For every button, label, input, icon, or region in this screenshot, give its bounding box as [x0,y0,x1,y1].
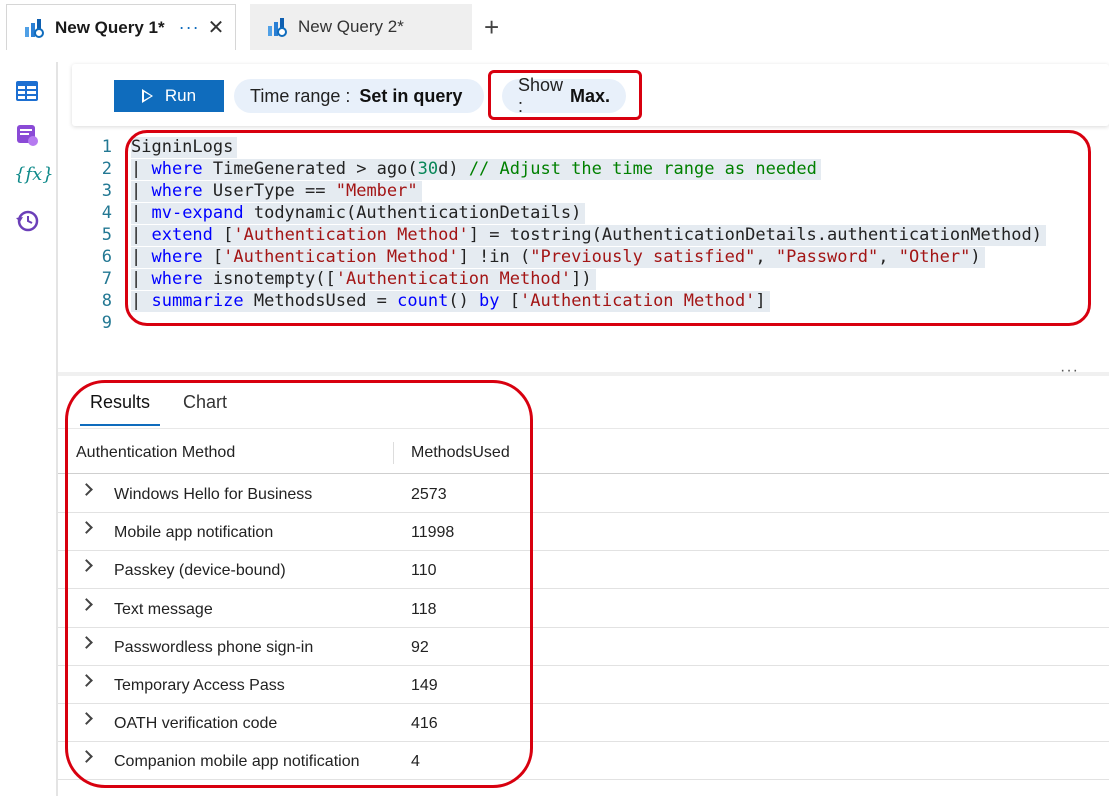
table-icon[interactable] [14,78,42,106]
line-number: 2 [101,159,112,179]
pane-splitter[interactable] [58,372,1109,376]
run-label: Run [164,86,197,105]
add-tab-button[interactable]: + [484,12,499,43]
time-range-value: Set in query [359,85,463,106]
query-tab-bar: New Query 1* ··· ✕ New Query 2* + [0,0,1109,54]
line-number: 6 [101,247,112,267]
highlight-show-box [488,70,642,120]
play-icon [141,89,153,103]
tab-title: New Query 2* [298,17,404,36]
more-icon[interactable]: ··· [179,17,200,38]
log-analytics-icon [266,16,288,38]
line-number: 5 [101,225,112,245]
left-rail: {fx} [0,62,58,796]
line-number: 7 [101,269,112,289]
time-range-label: Time range : [250,85,351,106]
close-icon[interactable]: ✕ [208,15,225,40]
more-icon[interactable]: ··· [1060,362,1079,380]
query-pack-icon[interactable] [14,122,42,150]
functions-icon[interactable]: {fx} [14,164,54,192]
line-number: 4 [101,203,112,223]
highlight-results-box [65,380,533,788]
line-number: 9 [101,313,112,333]
tab-new-query-1[interactable]: New Query 1* ··· ✕ [6,4,236,50]
log-analytics-icon [23,17,45,39]
line-number: 1 [101,137,112,157]
tab-title: New Query 1* [55,17,165,37]
highlight-code-box [125,130,1091,326]
line-number: 3 [101,181,112,201]
run-button[interactable]: Run [114,80,224,112]
tab-new-query-2[interactable]: New Query 2* [250,4,472,50]
time-range-picker[interactable]: Time range : Set in query [234,79,484,113]
history-icon[interactable] [14,208,42,236]
line-number: 8 [101,291,112,311]
